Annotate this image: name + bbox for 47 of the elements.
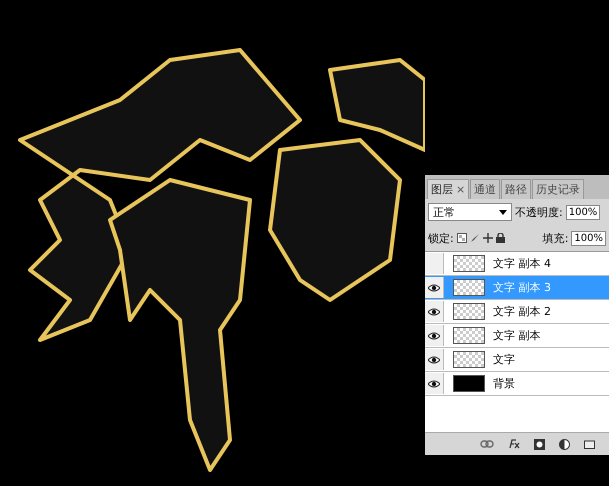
link-icon[interactable]: [480, 440, 494, 448]
brush-icon[interactable]: [470, 233, 480, 243]
layer-name: 背景: [493, 376, 515, 391]
opacity-label: 不透明度:: [515, 204, 563, 220]
layer-thumbnail: [453, 375, 485, 392]
effects-icon[interactable]: [508, 439, 520, 449]
layer-thumbnail: [453, 255, 485, 272]
move-icon[interactable]: [482, 233, 493, 243]
visibility-toggle[interactable]: [425, 277, 444, 298]
layer-name: 文字 副本 2: [493, 304, 551, 319]
layer-thumbnail: [453, 303, 485, 320]
visibility-toggle[interactable]: [425, 325, 444, 346]
eye-icon: [428, 356, 440, 364]
dropdown-caret-icon: [499, 210, 507, 214]
layer-row[interactable]: 文字 副本: [425, 324, 609, 348]
folder-icon[interactable]: [584, 439, 595, 449]
layer-row[interactable]: 文字 副本 2: [425, 300, 609, 324]
layer-name: 文字 副本: [493, 328, 540, 343]
layer-row[interactable]: 背景: [425, 372, 609, 396]
visibility-toggle[interactable]: [425, 349, 444, 370]
mask-icon[interactable]: [534, 438, 545, 450]
layer-thumbnail: [453, 351, 485, 368]
visibility-toggle[interactable]: [425, 301, 444, 322]
blend-mode-dropdown[interactable]: 正常: [428, 203, 512, 221]
opacity-field[interactable]: 100%: [566, 204, 600, 220]
panel-tab[interactable]: 路径: [501, 179, 532, 199]
layer-thumbnail: [453, 327, 485, 344]
layer-row[interactable]: 文字: [425, 348, 609, 372]
layer-thumbnail: [453, 279, 485, 296]
layer-name: 文字: [493, 352, 515, 367]
lock-label: 锁定:: [428, 230, 454, 246]
eye-icon: [428, 332, 440, 340]
eye-icon: [428, 284, 440, 292]
adjustment-icon[interactable]: [559, 438, 570, 450]
visibility-toggle[interactable]: [425, 373, 444, 394]
layer-name: 文字 副本 3: [493, 280, 551, 295]
panel-tab[interactable]: 通道: [470, 179, 500, 199]
fill-label: 填充:: [542, 230, 568, 246]
lock-icon[interactable]: [496, 233, 505, 243]
lock-transparency-icon[interactable]: [456, 233, 467, 243]
layer-name: 文字 副本 4: [493, 256, 551, 271]
fill-field[interactable]: 100%: [571, 230, 606, 246]
eye-icon: [428, 308, 440, 316]
panel-tab[interactable]: 图层 ×: [427, 179, 470, 199]
eye-icon: [428, 380, 440, 388]
panel-tab[interactable]: 历史记录: [532, 179, 584, 199]
visibility-toggle[interactable]: [425, 253, 444, 274]
